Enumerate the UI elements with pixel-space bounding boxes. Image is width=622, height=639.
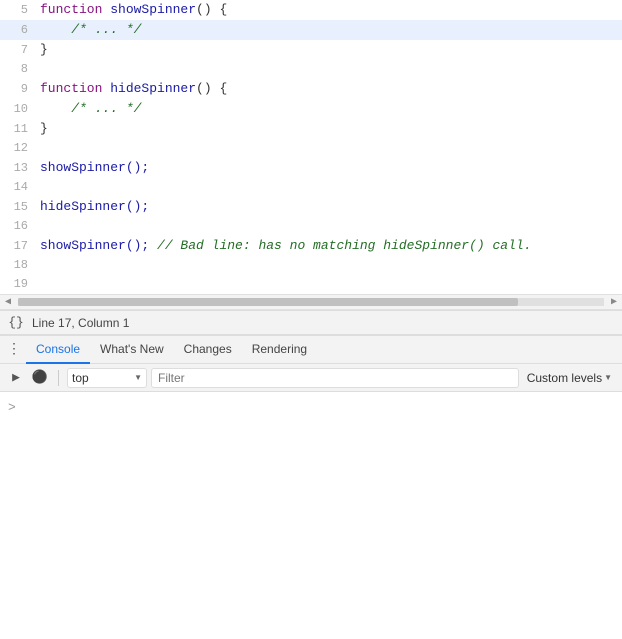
- line-content: /* ... */: [36, 99, 622, 118]
- scroll-left-arrow[interactable]: ◀: [0, 294, 16, 310]
- console-tab-console[interactable]: Console: [26, 336, 90, 364]
- line-number: 15: [0, 198, 36, 217]
- divider: [58, 370, 59, 386]
- code-line: 18: [0, 256, 622, 275]
- line-number: 14: [0, 178, 36, 197]
- context-dropdown-arrow: ▼: [134, 373, 142, 382]
- code-token: function: [40, 81, 110, 96]
- code-token: () {: [196, 2, 227, 17]
- code-token: function: [40, 2, 110, 17]
- code-line: 9function hideSpinner() {: [0, 79, 622, 99]
- code-token: /* ... */: [40, 22, 141, 37]
- code-line: 6 /* ... */: [0, 20, 622, 40]
- prompt-arrow: >: [8, 400, 16, 415]
- code-token: }: [40, 42, 48, 57]
- execute-icon[interactable]: ▶: [6, 368, 26, 388]
- line-number: 6: [0, 21, 36, 40]
- code-editor[interactable]: 5function showSpinner() {6 /* ... */7}89…: [0, 0, 622, 311]
- scroll-right-arrow[interactable]: ▶: [606, 294, 622, 310]
- console-prompt-row: >: [0, 396, 622, 418]
- code-token: // Bad line: has no matching hideSpinner…: [157, 238, 531, 253]
- code-line: 13 showSpinner();: [0, 158, 622, 178]
- code-token: showSpinner();: [40, 238, 157, 253]
- clear-console-icon[interactable]: ⚫: [30, 368, 50, 388]
- line-number: 5: [0, 1, 36, 20]
- code-line: 14: [0, 178, 622, 197]
- code-line: 19: [0, 275, 622, 294]
- braces-icon: {}: [8, 315, 24, 331]
- console-tab-changes[interactable]: Changes: [174, 336, 242, 364]
- code-token: /* ... */: [40, 101, 141, 116]
- line-content: hideSpinner();: [36, 197, 622, 216]
- status-text: Line 17, Column 1: [32, 316, 129, 330]
- line-content: function showSpinner() {: [36, 0, 622, 19]
- line-number: 7: [0, 41, 36, 60]
- console-controls-bar: ▶ ⚫ top ▼ Custom levels ▼: [0, 364, 622, 392]
- console-panel: ⋮ ConsoleWhat's NewChangesRendering ▶ ⚫ …: [0, 335, 622, 632]
- horizontal-scrollbar[interactable]: ◀ ▶: [0, 294, 622, 310]
- line-number: 12: [0, 139, 36, 158]
- code-line: 10 /* ... */: [0, 99, 622, 119]
- line-number: 16: [0, 217, 36, 236]
- line-content: function hideSpinner() {: [36, 79, 622, 98]
- line-content: showSpinner(); // Bad line: has no match…: [36, 236, 622, 255]
- code-line: 12: [0, 139, 622, 158]
- line-number: 10: [0, 100, 36, 119]
- code-token: }: [40, 121, 48, 136]
- console-tabs-bar: ⋮ ConsoleWhat's NewChangesRendering: [0, 336, 622, 364]
- console-tab-rendering[interactable]: Rendering: [242, 336, 317, 364]
- line-content: }: [36, 119, 622, 138]
- code-line: 8: [0, 60, 622, 79]
- scrollbar-track[interactable]: [18, 298, 604, 306]
- console-content[interactable]: >: [0, 392, 622, 632]
- context-selector[interactable]: top ▼: [67, 368, 147, 388]
- custom-levels-arrow: ▼: [604, 373, 612, 382]
- line-number: 8: [0, 60, 36, 79]
- code-line: 17showSpinner(); // Bad line: has no mat…: [0, 236, 622, 256]
- code-line: 16: [0, 217, 622, 236]
- line-content: showSpinner();: [36, 158, 622, 177]
- code-token: () {: [196, 81, 227, 96]
- filter-input[interactable]: [151, 368, 519, 388]
- code-line: 5function showSpinner() {: [0, 0, 622, 20]
- scrollbar-thumb[interactable]: [18, 298, 518, 306]
- line-number: 17: [0, 237, 36, 256]
- code-token: hideSpinner();: [40, 199, 149, 214]
- line-number: 9: [0, 80, 36, 99]
- code-line: 15 hideSpinner();: [0, 197, 622, 217]
- custom-levels-label: Custom levels: [527, 371, 602, 385]
- line-number: 13: [0, 159, 36, 178]
- code-token: showSpinner: [110, 2, 196, 17]
- context-label: top: [72, 371, 89, 385]
- console-tab-what-s-new[interactable]: What's New: [90, 336, 174, 364]
- more-options-icon[interactable]: ⋮: [4, 340, 24, 360]
- line-content: }: [36, 40, 622, 59]
- code-token: showSpinner();: [40, 160, 149, 175]
- code-token: hideSpinner: [110, 81, 196, 96]
- line-number: 18: [0, 256, 36, 275]
- status-bar: {} Line 17, Column 1: [0, 311, 622, 335]
- code-line: 7}: [0, 40, 622, 60]
- code-line: 11}: [0, 119, 622, 139]
- line-content: /* ... */: [36, 20, 622, 39]
- line-number: 19: [0, 275, 36, 294]
- line-number: 11: [0, 120, 36, 139]
- custom-levels-button[interactable]: Custom levels ▼: [523, 368, 616, 388]
